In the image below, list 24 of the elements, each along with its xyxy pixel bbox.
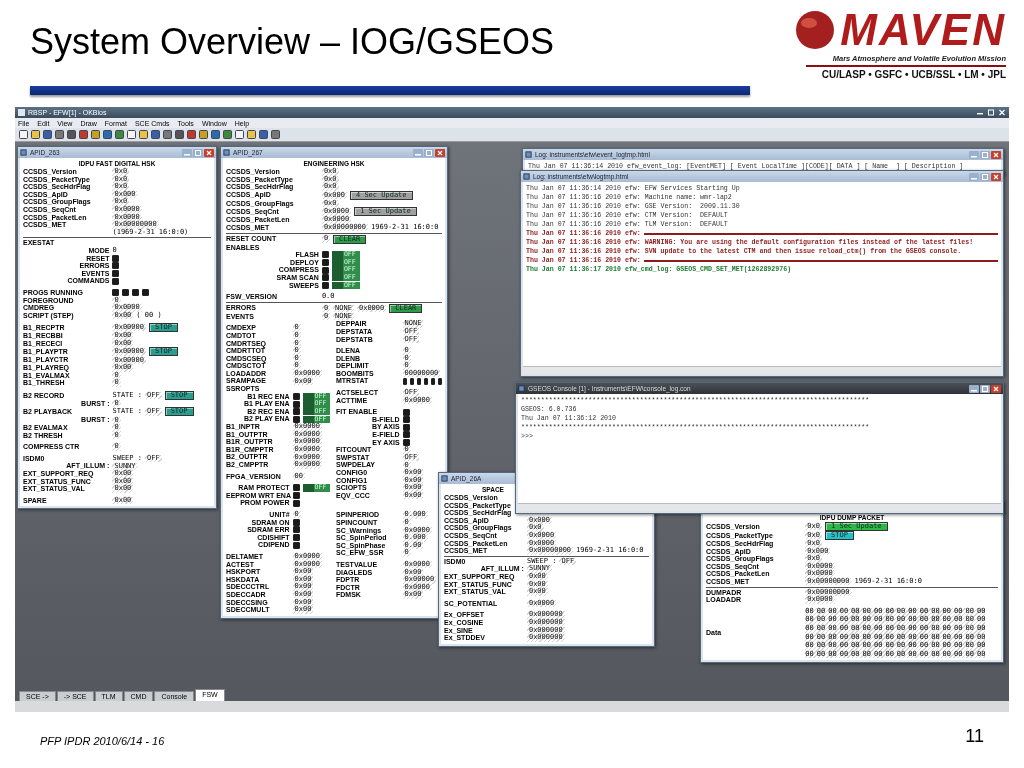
logo-wordmark: MAVEN — [840, 6, 1006, 54]
minimize-icon[interactable] — [969, 384, 979, 393]
close-icon[interactable] — [204, 148, 214, 157]
close-icon[interactable] — [435, 148, 445, 157]
close-icon[interactable] — [991, 172, 1001, 181]
maximize-icon[interactable] — [980, 384, 990, 393]
slide-footer: PFP IPDR 2010/6/14 - 16 — [40, 735, 165, 747]
window-icon — [20, 149, 27, 156]
window-icon — [523, 173, 530, 180]
window-icon — [223, 149, 230, 156]
slide-title: System Overview – IOG/GSEOS — [30, 20, 556, 64]
page-number: 11 — [965, 726, 984, 747]
planet-icon — [794, 9, 837, 51]
close-icon[interactable] — [991, 384, 1001, 393]
close-icon[interactable] — [998, 109, 1006, 116]
partner-list: CU/LASP • GSFC • UCB/SSL • LM • JPL — [821, 69, 1006, 80]
window-icon — [525, 151, 532, 158]
window-icon — [518, 385, 525, 392]
app-icon — [18, 109, 25, 116]
close-icon[interactable] — [991, 150, 1001, 159]
maximize-icon[interactable] — [987, 109, 995, 116]
horizontal-scrollbar[interactable] — [518, 503, 1001, 511]
horizontal-scrollbar[interactable] — [523, 366, 1001, 374]
window-icon — [441, 475, 448, 482]
